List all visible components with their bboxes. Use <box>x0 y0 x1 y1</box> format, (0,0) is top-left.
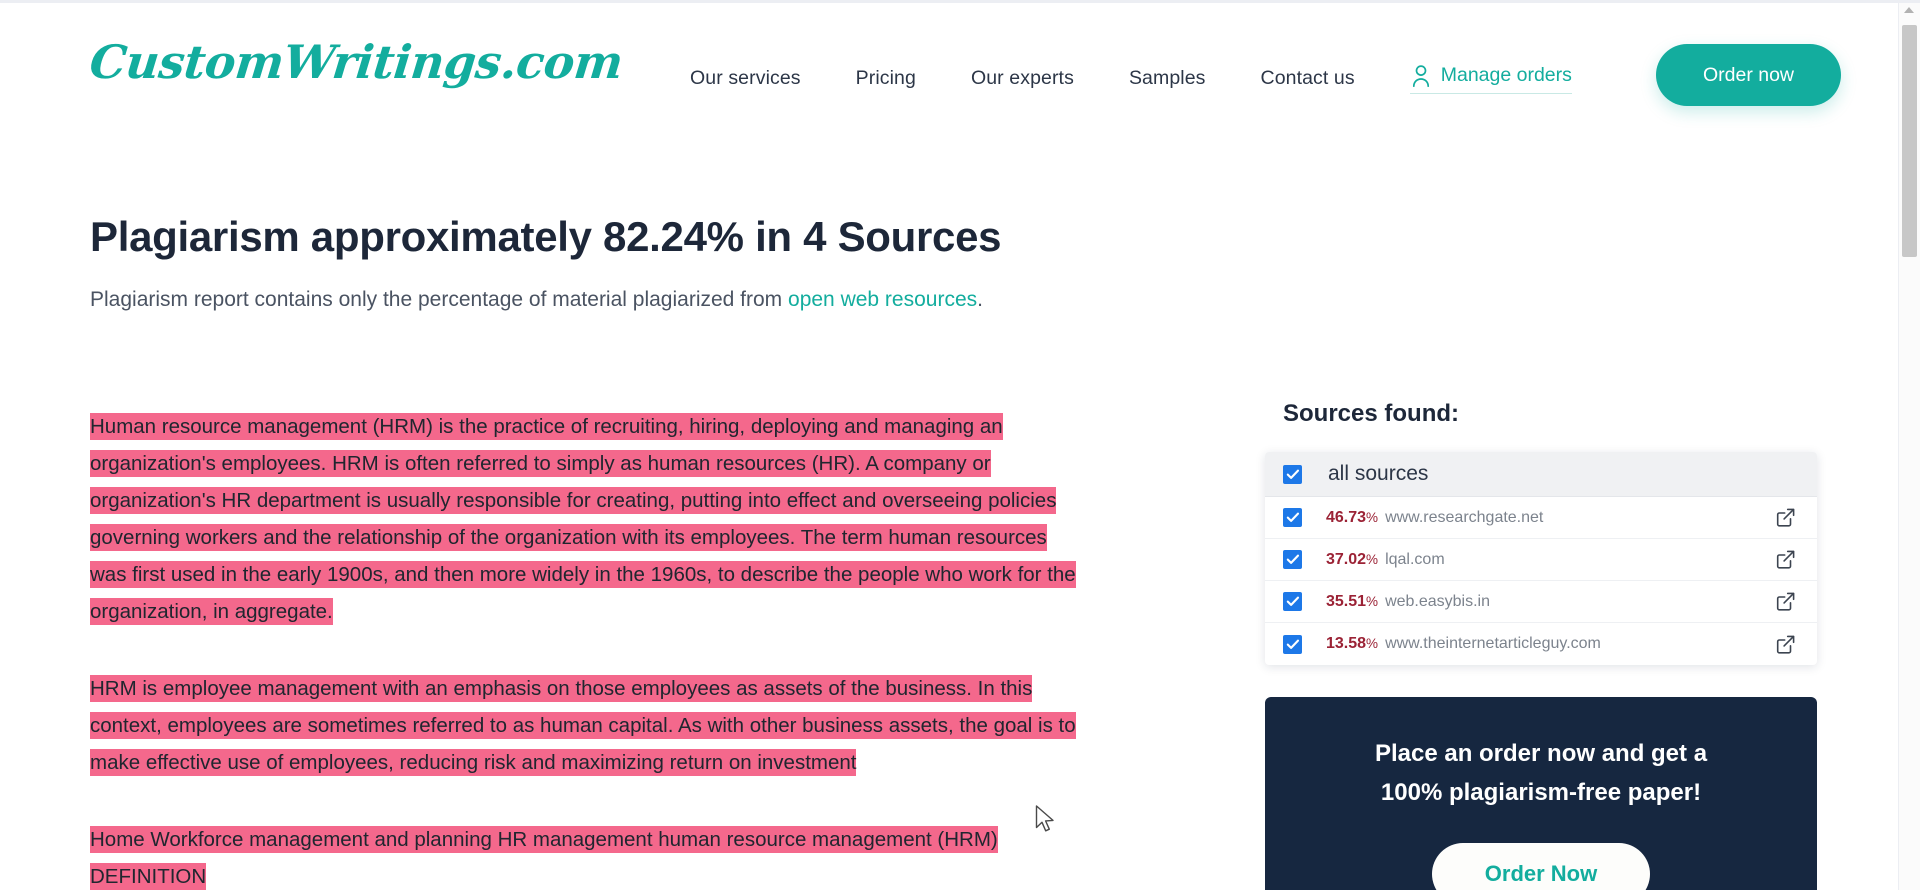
sources-found-card: all sources 46.73% www.researchgate.net … <box>1265 452 1817 665</box>
report-line: Human resource management (HRM) is the p… <box>90 408 1250 445</box>
plagiarized-highlight: DEFINITION <box>90 863 207 890</box>
report-paragraph: Human resource management (HRM) is the p… <box>90 408 1250 630</box>
table-row[interactable]: 46.73% www.researchgate.net <box>1265 497 1817 539</box>
main-navigation: Our services Pricing Our experts Samples… <box>690 61 1572 96</box>
report-text-body: Human resource management (HRM) is the p… <box>90 408 1250 890</box>
source-percent: 35.51% <box>1326 592 1379 610</box>
manage-orders-label: Manage orders <box>1440 64 1572 86</box>
scrollbar-thumb[interactable] <box>1902 25 1917 257</box>
report-line: context, employees are sometimes referre… <box>90 707 1250 744</box>
person-icon <box>1410 64 1432 88</box>
report-line: organization, in aggregate. <box>90 593 1250 630</box>
checkbox-source[interactable] <box>1283 592 1302 611</box>
report-line: DEFINITION <box>90 858 1250 890</box>
site-logo[interactable]: CustomWritings.com <box>87 35 625 89</box>
source-domain: www.researchgate.net <box>1385 508 1544 526</box>
source-domain: www.theinternetarticleguy.com <box>1385 635 1601 652</box>
source-row-all-sources[interactable]: all sources <box>1265 452 1817 497</box>
open-web-resources-link[interactable]: open web resources <box>788 288 977 311</box>
nav-item-samples[interactable]: Samples <box>1129 61 1206 96</box>
promo-line-1: Place an order now and get a <box>1374 740 1708 767</box>
promo-line-2: 100% plagiarism-free paper! <box>1380 779 1702 806</box>
promo-order-now-button[interactable]: Order Now <box>1432 843 1650 890</box>
table-row[interactable]: 13.58% www.theinternetarticleguy.com <box>1265 623 1817 665</box>
report-line: make effective use of employees, reducin… <box>90 744 1250 781</box>
nav-item-our-experts[interactable]: Our experts <box>971 61 1074 96</box>
promo-card: Place an order now and get a 100% plagia… <box>1265 697 1817 890</box>
plagiarism-report-page: CustomWritings.com Our services Pricing … <box>0 0 1920 890</box>
plagiarized-highlight: HRM is employee management with an empha… <box>90 675 1033 702</box>
sources-found-title: Sources found: <box>1283 400 1460 427</box>
external-link-icon[interactable] <box>1776 508 1795 527</box>
mouse-cursor <box>1035 805 1057 840</box>
plagiarized-highlight: organization's HR department is usually … <box>90 487 1057 514</box>
scroll-up-arrow-icon[interactable] <box>1904 7 1914 13</box>
nav-item-our-services[interactable]: Our services <box>690 61 801 96</box>
external-link-icon[interactable] <box>1776 592 1795 611</box>
plagiarized-highlight: governing workers and the relationship o… <box>90 524 1047 551</box>
plagiarized-highlight: was first used in the early 1900s, and t… <box>90 561 1076 588</box>
all-sources-label: all sources <box>1328 462 1429 485</box>
source-domain: web.easybis.in <box>1385 592 1491 610</box>
nav-item-pricing[interactable]: Pricing <box>856 61 916 96</box>
source-domain: lqal.com <box>1385 550 1445 568</box>
report-line: governing workers and the relationship o… <box>90 519 1250 556</box>
source-percent: 13.58% <box>1326 635 1379 652</box>
subtitle-prefix: Plagiarism report contains only the perc… <box>90 288 789 311</box>
report-line: Home Workforce management and planning H… <box>90 821 1250 858</box>
report-line: was first used in the early 1900s, and t… <box>90 556 1250 593</box>
vertical-scrollbar[interactable] <box>1898 3 1920 890</box>
plagiarized-highlight: Human resource management (HRM) is the p… <box>90 413 1003 440</box>
plagiarized-highlight: make effective use of employees, reducin… <box>90 749 857 776</box>
nav-item-contact-us[interactable]: Contact us <box>1261 61 1355 96</box>
report-line: HRM is employee management with an empha… <box>90 670 1250 707</box>
page-subtitle: Plagiarism report contains only the perc… <box>90 288 983 312</box>
plagiarized-highlight: Home Workforce management and planning H… <box>90 826 998 853</box>
plagiarized-highlight: organization's employees. HRM is often r… <box>90 450 991 477</box>
table-row[interactable]: 35.51% web.easybis.in <box>1265 581 1817 623</box>
report-paragraph: HRM is employee management with an empha… <box>90 670 1250 781</box>
site-header: CustomWritings.com Our services Pricing … <box>0 3 1897 131</box>
manage-orders-link[interactable]: Manage orders <box>1409 64 1572 94</box>
report-line: organization's HR department is usually … <box>90 482 1250 519</box>
order-now-button[interactable]: Order now <box>1656 44 1841 106</box>
subtitle-suffix: . <box>977 288 983 311</box>
report-line: organization's employees. HRM is often r… <box>90 445 1250 482</box>
checkbox-source[interactable] <box>1283 508 1302 527</box>
page-title: Plagiarism approximately 82.24% in 4 Sou… <box>90 213 1002 260</box>
plagiarized-highlight: organization, in aggregate. <box>90 598 333 625</box>
checkbox-all-sources[interactable] <box>1283 464 1302 484</box>
plagiarized-highlight: context, employees are sometimes referre… <box>90 712 1076 739</box>
table-row[interactable]: 37.02% lqal.com <box>1265 539 1817 581</box>
external-link-icon[interactable] <box>1776 550 1795 569</box>
external-link-icon[interactable] <box>1776 635 1795 654</box>
report-paragraph: Home Workforce management and planning H… <box>90 821 1250 890</box>
source-percent: 46.73% <box>1326 508 1379 526</box>
source-percent: 37.02% <box>1326 550 1379 568</box>
checkbox-source[interactable] <box>1283 634 1302 654</box>
checkbox-source[interactable] <box>1283 550 1302 569</box>
